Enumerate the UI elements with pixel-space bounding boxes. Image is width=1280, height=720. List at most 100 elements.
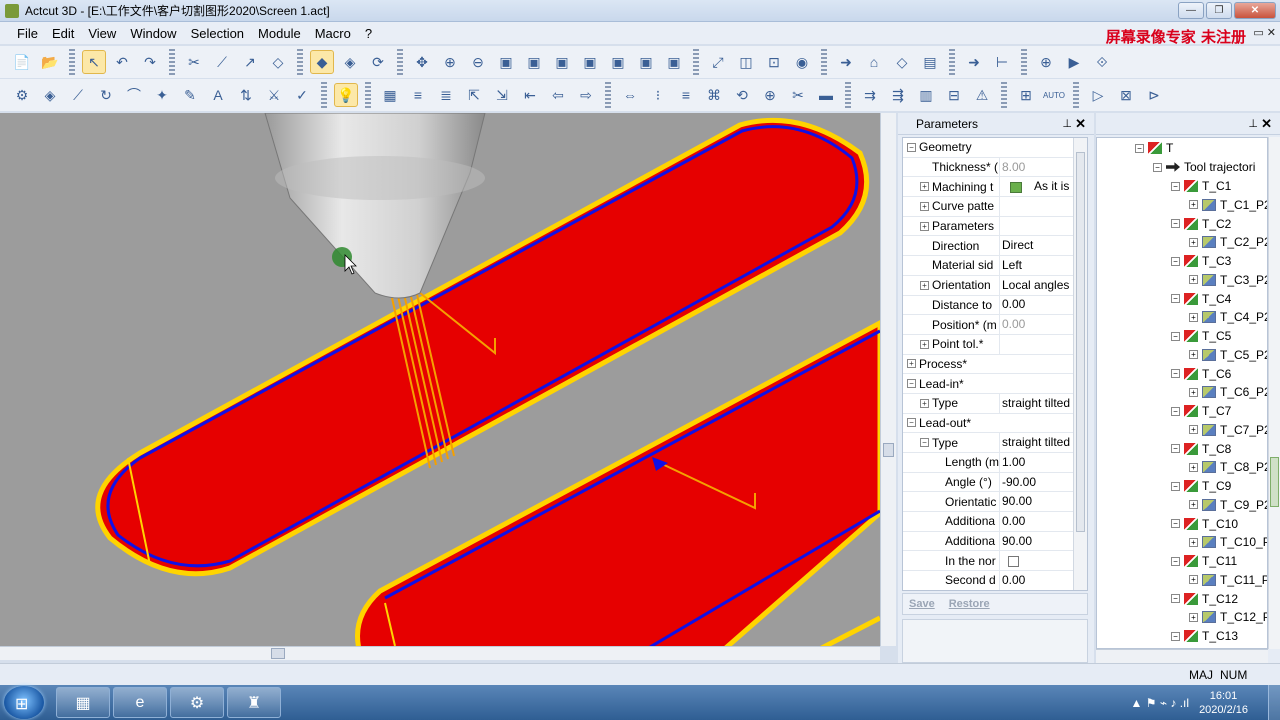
toolbar1-button-13[interactable]: ⊕ (438, 50, 462, 74)
toolbar-grip[interactable] (297, 49, 303, 75)
toolbar2-button-19[interactable]: ⇨ (574, 83, 598, 107)
param-value[interactable] (999, 196, 1079, 216)
menu-module[interactable]: Module (251, 26, 308, 41)
tree-toggle-icon[interactable]: + (1189, 500, 1198, 510)
taskbar-app-settings[interactable]: ⚙ (170, 687, 224, 718)
toolbar1-button-4[interactable]: ↷ (138, 50, 162, 74)
toolbar2-button-21[interactable]: ⁝ (646, 83, 670, 107)
toolbar2-button-17[interactable]: ⇤ (518, 83, 542, 107)
toolbar1-button-12[interactable]: ✥ (410, 50, 434, 74)
tree-vertical-scrollbar[interactable] (1268, 137, 1280, 649)
tree-item-contour[interactable]: − T_C8 (1171, 440, 1231, 458)
tree-item-path[interactable]: + T_C1_P2 (1189, 196, 1267, 214)
tree-item-contour[interactable]: − T_C9 (1171, 477, 1231, 495)
toolbar1-button-24[interactable]: ⊡ (762, 50, 786, 74)
3d-viewport[interactable] (0, 113, 880, 646)
toolbar-grip[interactable] (169, 49, 175, 75)
toolbar-grip[interactable] (321, 82, 327, 108)
param-row[interactable]: Position* (m 0.00 (903, 315, 1087, 335)
toolbar2-button-27[interactable]: ▬ (814, 83, 838, 107)
expand-toggle-icon[interactable]: − (907, 418, 916, 428)
toolbar1-button-16[interactable]: ▣ (522, 50, 546, 74)
tree-toggle-icon[interactable]: + (1189, 312, 1198, 322)
toolbar2-button-22[interactable]: ≡ (674, 83, 698, 107)
tree-toggle-icon[interactable]: − (1171, 556, 1180, 566)
tree-item-path[interactable]: + T_C12_P (1189, 608, 1267, 626)
expand-toggle-icon[interactable]: + (920, 201, 929, 211)
toolbar2-button-32[interactable]: ⚠ (970, 83, 994, 107)
param-row[interactable]: + Type straight tilted (903, 393, 1087, 414)
toolbar1-button-5[interactable]: ✂ (182, 50, 206, 74)
param-value[interactable]: 90.00 (999, 492, 1079, 512)
tree-item-path[interactable]: + T_C3_P2 (1189, 271, 1267, 289)
viewport-vertical-scrollbar[interactable] (880, 113, 896, 646)
param-value[interactable]: 1.00 (999, 452, 1079, 472)
param-row[interactable]: − Lead-out* (903, 414, 1087, 434)
tree-item-path[interactable]: + T_C6_P2 (1189, 383, 1267, 401)
toolbar2-button-25[interactable]: ⊕ (758, 83, 782, 107)
toolbar-grip[interactable] (821, 49, 827, 75)
toolbar2-button-5[interactable]: ✦ (150, 83, 174, 107)
toolbar1-button-28[interactable]: ◇ (890, 50, 914, 74)
tree-item-contour[interactable]: − T_C11 (1171, 552, 1237, 570)
toolbar1-button-6[interactable]: ⟋ (210, 50, 234, 74)
toolbar1-button-7[interactable]: ↗ (238, 50, 262, 74)
toolbar1-button-20[interactable]: ▣ (634, 50, 658, 74)
taskbar-app-browser[interactable]: e (113, 687, 167, 718)
tree-toggle-icon[interactable]: − (1171, 519, 1180, 528)
tree-toggle-icon[interactable]: + (1189, 537, 1198, 547)
toolbar1-button-29[interactable]: ▤ (918, 50, 942, 74)
expand-toggle-icon[interactable]: + (920, 339, 929, 349)
tree-toggle-icon[interactable]: − (1171, 631, 1180, 641)
toolbar1-button-1[interactable]: 📂 (38, 50, 62, 74)
tree-root[interactable]: − T (1135, 139, 1173, 157)
toolbar2-button-1[interactable]: ◈ (38, 83, 62, 107)
toolbar-grip[interactable] (949, 49, 955, 75)
param-row[interactable]: Additiona 90.00 (903, 531, 1087, 552)
toolbar1-button-32[interactable]: ⊕ (1034, 50, 1058, 74)
param-row[interactable]: − Type straight tilted (903, 433, 1087, 453)
toolbar1-button-18[interactable]: ▣ (578, 50, 602, 74)
expand-toggle-icon[interactable]: + (920, 221, 929, 231)
tree-item-contour[interactable]: − T_C1 (1171, 177, 1231, 195)
toolbar-grip[interactable] (365, 82, 371, 108)
toolbar2-button-4[interactable]: ⌒ (122, 83, 146, 107)
tree-toggle-icon[interactable]: + (1189, 387, 1198, 397)
toolbar2-button-37[interactable]: ⊳ (1142, 83, 1166, 107)
param-value[interactable]: 0.00 (999, 295, 1079, 315)
pin-icon[interactable]: ⊥ (1062, 117, 1072, 130)
toolbar2-button-14[interactable]: ≣ (434, 83, 458, 107)
toolbar-grip[interactable] (1021, 49, 1027, 75)
param-value[interactable]: straight tilted (999, 433, 1079, 453)
tree-toggle-icon[interactable]: − (1171, 256, 1180, 266)
param-row[interactable]: Direction Direct (903, 236, 1087, 257)
menu-file[interactable]: File (10, 26, 45, 41)
tree-item-path[interactable]: + T_C10_P (1189, 533, 1267, 551)
menu-edit[interactable]: Edit (45, 26, 81, 41)
clock[interactable]: 16:01 2020/2/16 (1199, 689, 1248, 717)
show-desktop-button[interactable] (1268, 685, 1280, 720)
param-value[interactable]: Direct (999, 236, 1079, 256)
param-value[interactable]: As it is (999, 177, 1079, 197)
tree-item-path[interactable]: + T_C9_P2 (1189, 496, 1267, 514)
tree-toggle-icon[interactable]: − (1171, 294, 1180, 303)
toolbar1-button-17[interactable]: ▣ (550, 50, 574, 74)
close-icon[interactable]: ✕ (1075, 116, 1086, 132)
toolbar2-button-29[interactable]: ⇶ (886, 83, 910, 107)
tree-toggle-icon[interactable]: − (1171, 369, 1180, 378)
parameters-scrollbar[interactable] (1073, 138, 1087, 590)
expand-toggle-icon[interactable]: + (920, 182, 929, 192)
param-value[interactable]: Local angles (999, 275, 1079, 295)
expand-toggle-icon[interactable]: − (907, 379, 916, 389)
tree-item-path[interactable]: + T_C5_P2 (1189, 346, 1267, 364)
param-value[interactable]: 0.00 (999, 570, 1079, 590)
param-row[interactable]: Distance to 0.00 (903, 295, 1087, 316)
param-row[interactable]: Angle (°) -90.00 (903, 472, 1087, 493)
mdi-controls[interactable]: ▭ ✕ (1253, 26, 1276, 39)
tree-toggle-icon[interactable]: + (1189, 575, 1198, 585)
param-row[interactable]: + Curve patte (903, 196, 1087, 217)
menu-help[interactable]: ? (358, 26, 379, 41)
expand-toggle-icon[interactable]: + (920, 280, 929, 290)
tree-item-path[interactable]: + T_C4_P2 (1189, 308, 1267, 326)
toolbar2-button-20[interactable]: ⇔ (618, 83, 642, 107)
